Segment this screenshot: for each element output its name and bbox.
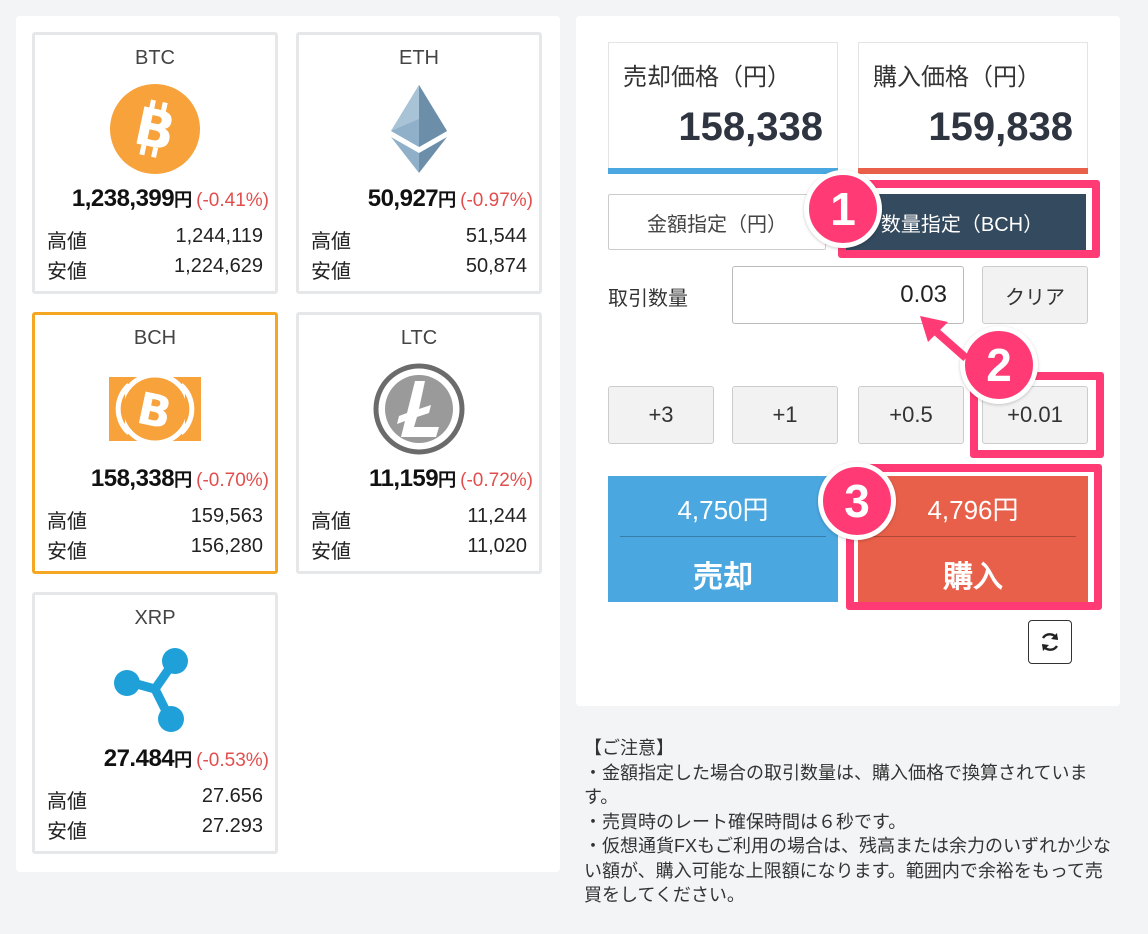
ripple-icon [114, 648, 188, 732]
low-row: 安値 1,224,629 [47, 255, 263, 284]
coin-name: BTC [135, 47, 175, 69]
refresh-icon [1041, 633, 1059, 651]
high-value: 51,544 [465, 225, 527, 247]
low-value: 11,020 [467, 535, 527, 557]
coin-list-panel: BTC B 1,238,399円 (-0.41%) 高値 1,244,119 安値 1… [16, 16, 560, 872]
coin-card-xrp[interactable]: XRP 27.484円 (-0.53%) 高値 27.656 安値 27.293 [32, 592, 278, 854]
pointer-arrow-icon [920, 316, 969, 361]
high-value: 27.656 [201, 785, 263, 807]
bitcoin-cash-icon: B [109, 372, 201, 446]
yen-unit: 円 [174, 190, 193, 210]
high-row: 高値 11,244 [311, 505, 527, 534]
high-label: 高値 [47, 231, 87, 253]
clear-button[interactable]: クリア [982, 266, 1088, 324]
coin-price: 158,338 [90, 465, 175, 492]
step1-badge: 1 [804, 170, 882, 248]
coin-change: (-0.72%) [460, 470, 533, 491]
coin-price-row: 158,338円 (-0.70%) [35, 465, 269, 493]
coin-price: 11,159 [369, 465, 439, 492]
sell-label: 売却 [693, 561, 753, 594]
low-row: 安値 11,020 [311, 535, 527, 564]
coin-name: ETH [399, 47, 439, 69]
trade-panel: 売却価格（円） 158,338 購入価格（円） 159,838 金額指定（円） … [576, 16, 1120, 706]
coin-change: (-0.53%) [196, 750, 269, 771]
low-label: 安値 [47, 821, 87, 843]
buy-price-value: 159,838 [928, 105, 1073, 149]
notice-line: ・金額指定した場合の取引数量は、購入価格で換算されています。 [584, 762, 1088, 808]
sell-amount: 4,750円 [677, 495, 769, 525]
increment-1-button[interactable]: +1 [732, 386, 838, 444]
sell-divider [620, 536, 826, 537]
low-label: 安値 [47, 261, 87, 283]
low-row: 安値 50,874 [311, 255, 527, 284]
low-value: 1,224,629 [174, 255, 263, 277]
coin-card-bch[interactable]: BCH B 158,338円 (-0.70%) 高値 159,563 安値 156,2… [32, 312, 278, 574]
litecoin-icon [373, 363, 465, 455]
notice-line: ・売買時のレート確保時間は６秒です。 [584, 811, 907, 832]
low-label: 安値 [311, 541, 351, 563]
coin-change: (-0.70%) [196, 470, 269, 491]
coin-change: (-0.41%) [196, 190, 269, 211]
low-label: 安値 [47, 541, 87, 563]
coin-name: BCH [133, 327, 177, 349]
quantity-label: 取引数量 [608, 288, 688, 310]
coin-card-btc[interactable]: BTC B 1,238,399円 (-0.41%) 高値 1,244,119 安値 1… [32, 32, 278, 294]
yen-unit: 円 [174, 470, 193, 490]
step3-badge: 3 [818, 462, 896, 540]
coin-name: XRP [134, 607, 176, 629]
high-label: 高値 [47, 791, 87, 813]
low-label: 安値 [311, 261, 351, 283]
coin-card-ltc[interactable]: LTC 11,159円 (-0.72%) 高値 11,244 安値 11,020 [296, 312, 542, 574]
ethereum-icon [391, 85, 447, 173]
notice-section: 【ご注意】 ・金額指定した場合の取引数量は、購入価格で換算されています。 ・売買… [584, 736, 1114, 908]
mode-amount-button[interactable]: 金額指定（円） [608, 194, 826, 250]
high-label: 高値 [47, 511, 87, 533]
coin-price-row: 11,159円 (-0.72%) [299, 465, 533, 493]
coin-price-row: 50,927円 (-0.97%) [299, 185, 533, 213]
high-row: 高値 27.656 [47, 785, 263, 814]
high-value: 159,563 [190, 505, 263, 527]
refresh-button[interactable] [1028, 620, 1072, 664]
sell-price-box: 売却価格（円） 158,338 [608, 42, 838, 174]
high-value: 1,244,119 [175, 225, 264, 247]
coin-change: (-0.97%) [460, 190, 533, 211]
sell-price-label: 売却価格（円） [623, 64, 791, 91]
low-row: 安値 156,280 [47, 535, 263, 564]
coin-price-row: 27.484円 (-0.53%) [35, 745, 269, 773]
yen-unit: 円 [438, 470, 457, 490]
coin-price: 1,238,399 [71, 185, 175, 212]
low-row: 安値 27.293 [47, 815, 263, 844]
coin-name: LTC [400, 327, 438, 349]
increment-3-button[interactable]: +3 [608, 386, 714, 444]
yen-unit: 円 [438, 190, 457, 210]
sell-price-value: 158,338 [678, 105, 823, 149]
coin-card-eth[interactable]: ETH 50,927円 (-0.97%) 高値 51,544 安値 50,874 [296, 32, 542, 294]
coin-price: 50,927 [367, 185, 439, 212]
buy-price-label: 購入価格（円） [873, 64, 1041, 91]
buy-price-box: 購入価格（円） 159,838 [858, 42, 1088, 174]
high-value: 11,244 [467, 505, 527, 527]
notice-line: ・仮想通貨FXもご利用の場合は、残高または余力のいずれか少ない額が、購入可能な上… [584, 836, 1111, 905]
buy-price-bar [858, 168, 1088, 174]
low-value: 27.293 [201, 815, 263, 837]
high-row: 高値 1,244,119 [47, 225, 263, 254]
high-row: 高値 159,563 [47, 505, 263, 534]
yen-unit: 円 [174, 750, 193, 770]
coin-price: 27.484 [103, 745, 175, 772]
low-value: 50,874 [465, 255, 527, 277]
increment-0.5-button[interactable]: +0.5 [858, 386, 964, 444]
sell-button[interactable]: 4,750円 売却 [608, 476, 838, 602]
high-row: 高値 51,544 [311, 225, 527, 254]
notice-title: 【ご注意】 [584, 738, 674, 758]
low-value: 156,280 [190, 535, 263, 557]
bitcoin-icon: B [110, 84, 200, 174]
coin-price-row: 1,238,399円 (-0.41%) [35, 185, 269, 213]
sell-price-bar [608, 168, 838, 174]
high-label: 高値 [311, 231, 351, 253]
high-label: 高値 [311, 511, 351, 533]
